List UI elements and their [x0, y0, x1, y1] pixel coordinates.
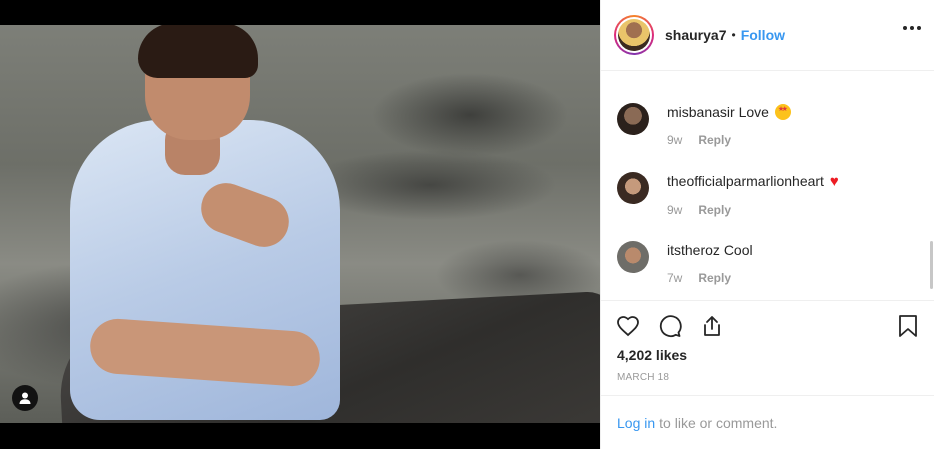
comment-avatar[interactable] [617, 172, 649, 204]
login-prompt: Log in to like or comment. [601, 395, 934, 449]
bookmark-icon[interactable] [895, 313, 921, 339]
comment-meta: 9w Reply [667, 203, 917, 217]
login-suffix: to like or comment. [659, 414, 778, 431]
comment-username[interactable]: theofficialparmarlionheart [667, 173, 824, 189]
reply-button[interactable]: Reply [698, 271, 731, 285]
comment-age: 9w [667, 203, 683, 217]
comment-message: Love [738, 104, 769, 120]
comment-message: Cool [723, 242, 753, 258]
comment-body: misbanasir Love 9w Reply [667, 103, 917, 147]
author-username[interactable]: shaurya7 [665, 27, 726, 43]
post-date: MARCH 18 [617, 372, 670, 383]
author-avatar-image [618, 19, 650, 51]
reply-button[interactable]: Reply [698, 133, 731, 147]
red-heart-emoji-icon: ♥ [829, 173, 839, 190]
post-header: shaurya7 • Follow [601, 0, 934, 71]
comment-avatar[interactable] [617, 241, 649, 273]
photo-person-hair [138, 25, 258, 78]
action-icons [615, 313, 725, 339]
comment-body: theofficialparmarlionheart ♥ 9w Reply [667, 172, 917, 217]
star-struck-emoji-icon [774, 104, 791, 120]
comment-icon[interactable] [657, 313, 683, 339]
login-link[interactable]: Log in [617, 415, 655, 431]
post-actions: 4,202 likes MARCH 18 [601, 300, 934, 395]
reply-button[interactable]: Reply [698, 203, 731, 217]
comment-meta: 7w Reply [667, 271, 917, 285]
likes-count[interactable]: 4,202 likes [617, 347, 687, 363]
header-separator: • [731, 28, 736, 42]
follow-button[interactable]: Follow [741, 27, 785, 43]
comment-avatar[interactable] [617, 103, 649, 135]
post-media[interactable] [0, 0, 600, 449]
comment-age: 9w [667, 133, 683, 147]
share-icon[interactable] [699, 313, 725, 339]
author-avatar[interactable] [614, 15, 654, 55]
author-avatar-frame [616, 17, 652, 53]
comment-age: 7w [667, 271, 683, 285]
more-options-icon[interactable] [903, 26, 921, 30]
comment-username[interactable]: misbanasir [667, 104, 735, 120]
comment-text: misbanasir Love [667, 103, 917, 121]
comment-username[interactable]: itstheroz [667, 242, 720, 258]
heart-icon[interactable] [615, 313, 641, 339]
comment-meta: 9w Reply [667, 133, 917, 147]
comment-body: itstheroz Cool 7w Reply [667, 241, 917, 285]
user-tag-icon[interactable] [12, 385, 38, 411]
comment-text: theofficialparmarlionheart ♥ [667, 172, 917, 191]
post-photo[interactable] [0, 25, 600, 423]
post-side-panel: shaurya7 • Follow misbanasir Love 9w Rep… [600, 0, 934, 449]
comments-list[interactable]: misbanasir Love 9w Reply theofficialparm… [601, 71, 934, 300]
comment-text: itstheroz Cool [667, 241, 917, 259]
comments-scrollbar[interactable] [930, 241, 933, 289]
